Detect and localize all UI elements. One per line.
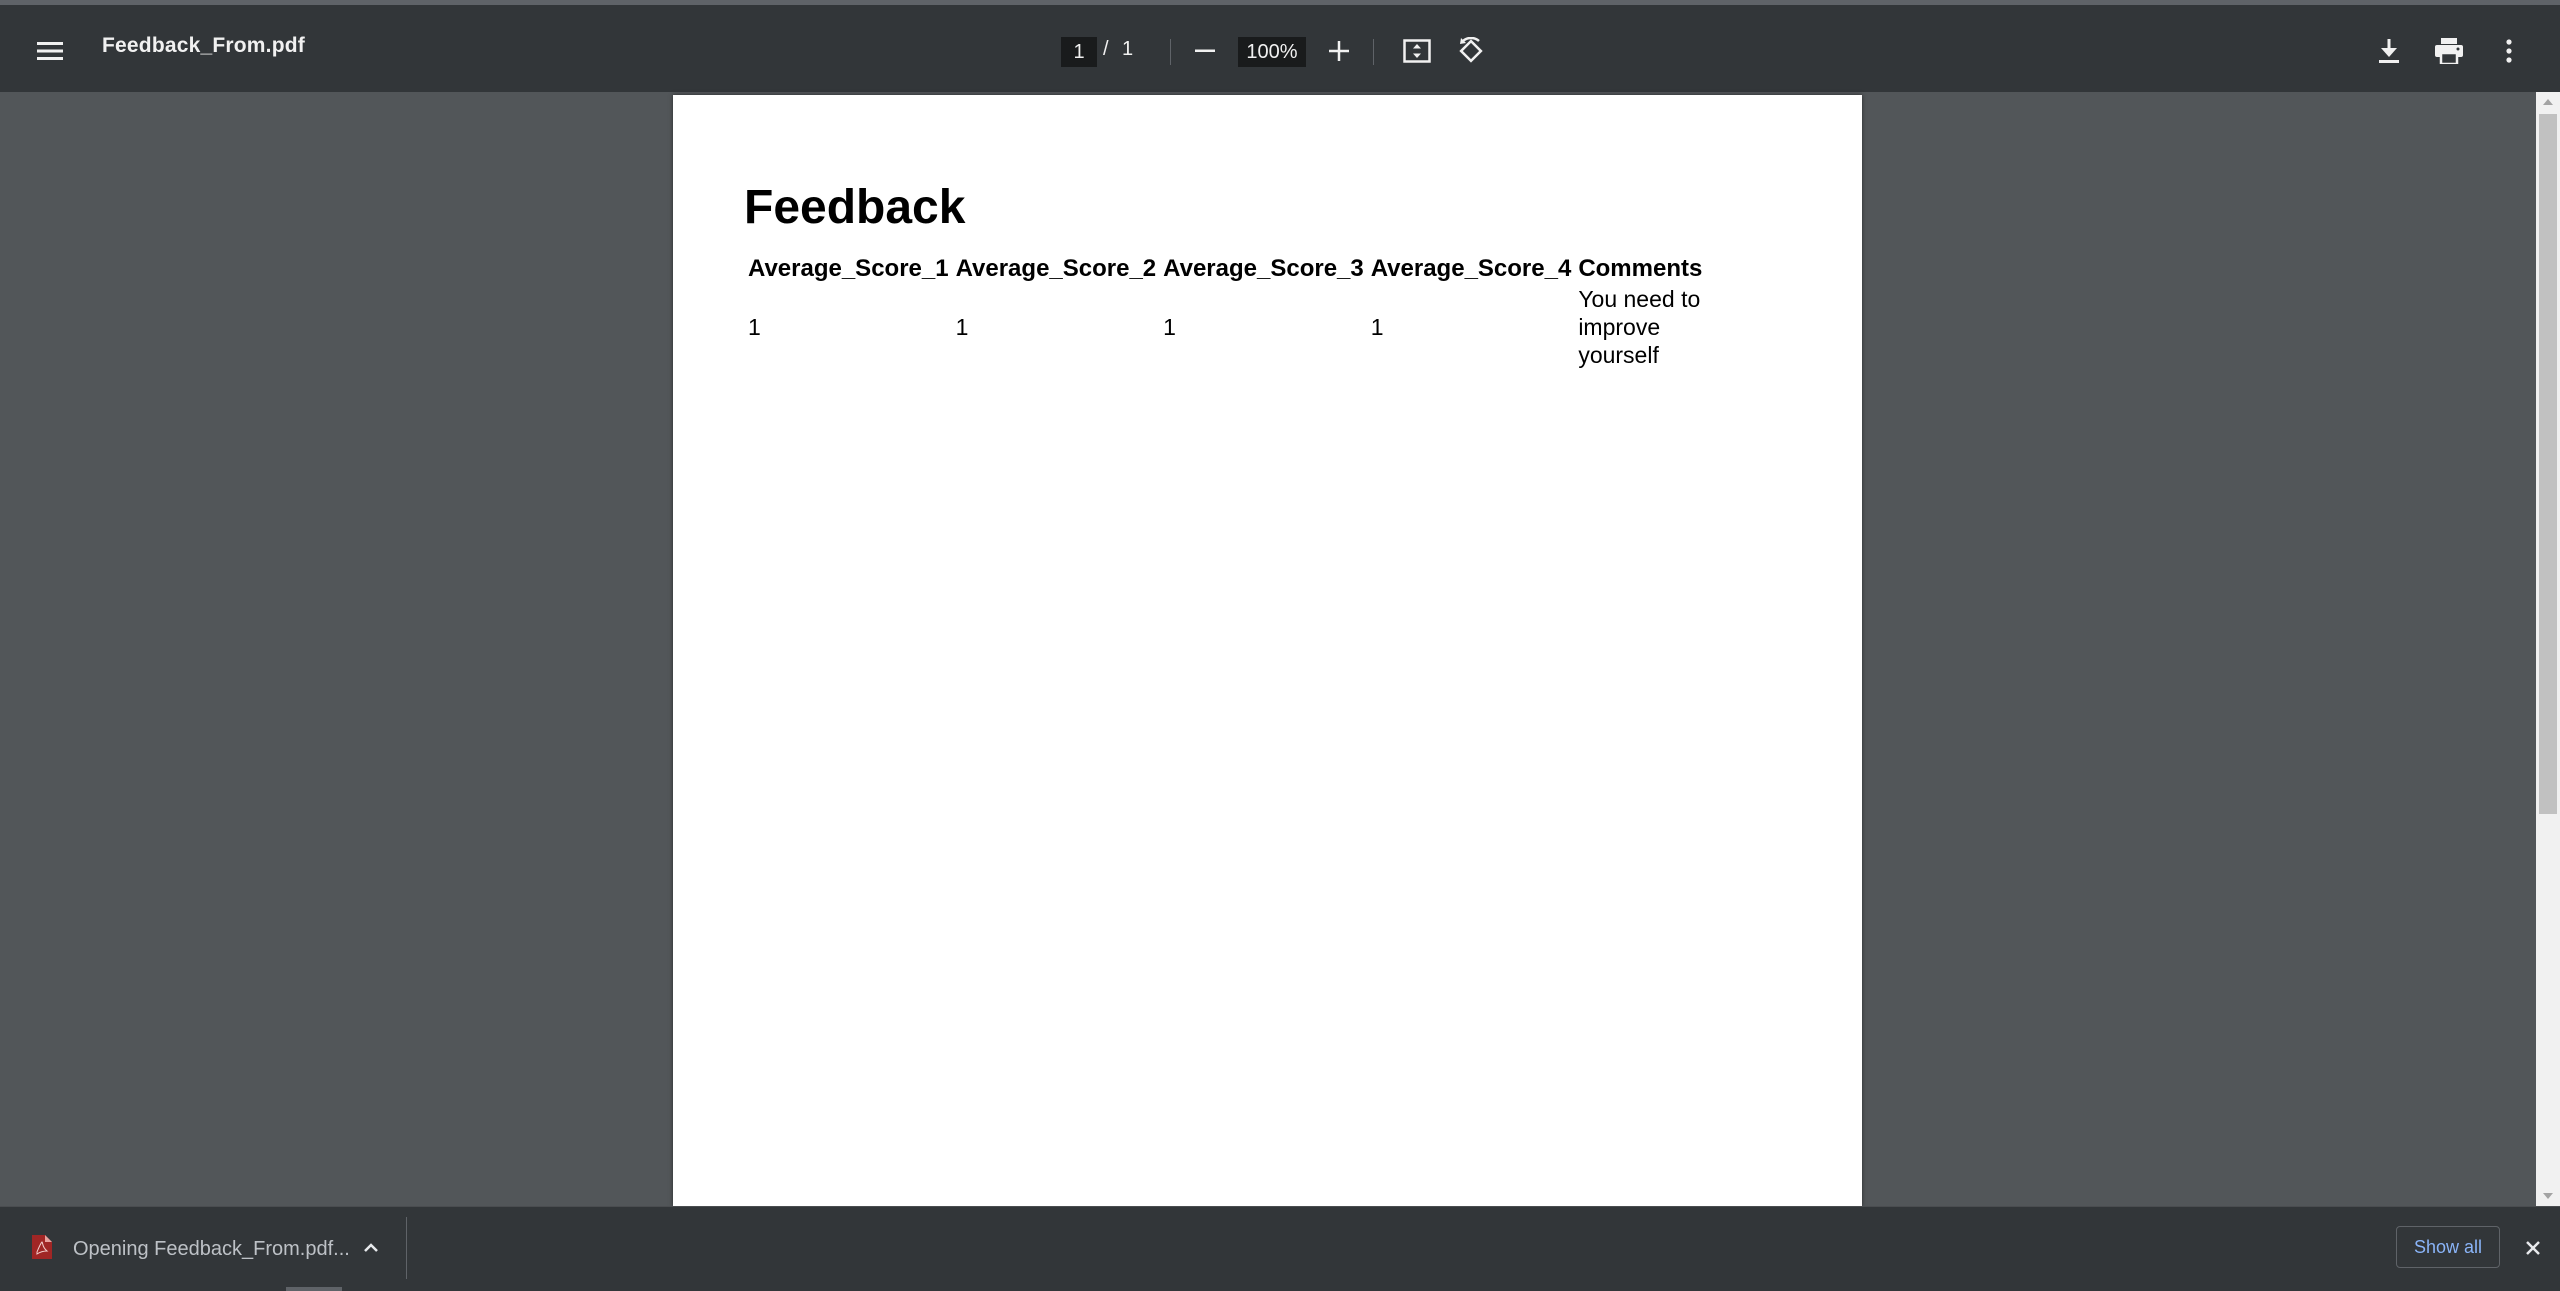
table-cell: 1 bbox=[955, 314, 969, 340]
zoom-out-button[interactable] bbox=[1184, 30, 1226, 72]
table-row: 1 1 1 1 You need to improve yourself bbox=[745, 285, 1706, 369]
table-cell: 1 bbox=[748, 314, 761, 340]
document-title: Feedback_From.pdf bbox=[102, 34, 305, 57]
download-options-button[interactable] bbox=[358, 1235, 384, 1261]
pdf-file-icon bbox=[32, 1235, 52, 1259]
download-item-label: Opening Feedback_From.pdf... bbox=[73, 1238, 350, 1260]
scroll-up-arrow[interactable] bbox=[2536, 92, 2560, 112]
zoom-input[interactable] bbox=[1238, 37, 1306, 67]
toolbar-divider bbox=[1170, 39, 1171, 65]
column-header: Average_Score_3 bbox=[1163, 255, 1364, 282]
close-shelf-button[interactable] bbox=[2518, 1233, 2548, 1263]
table-cell: 1 bbox=[1370, 314, 1384, 340]
page-separator: / bbox=[1103, 38, 1109, 60]
pdf-page: Feedback Average_Score_1 Average_Score_2… bbox=[673, 95, 1862, 1206]
feedback-table: Average_Score_1 Average_Score_2 Average_… bbox=[745, 255, 1706, 369]
fit-to-page-icon bbox=[1403, 39, 1431, 63]
minus-icon bbox=[1195, 49, 1215, 52]
column-header: Comments bbox=[1578, 255, 1703, 282]
pdf-viewer: Feedback Average_Score_1 Average_Score_2… bbox=[0, 92, 2560, 1206]
download-icon bbox=[2379, 39, 2399, 63]
triangle-up-icon bbox=[2543, 99, 2553, 105]
zoom-in-button[interactable] bbox=[1318, 30, 1360, 72]
menu-icon bbox=[37, 42, 63, 60]
table-cell: 1 bbox=[1163, 314, 1176, 340]
page-heading: Feedback bbox=[744, 181, 966, 234]
table-header-row: Average_Score_1 Average_Score_2 Average_… bbox=[745, 255, 1706, 285]
scroll-down-arrow[interactable] bbox=[2536, 1186, 2560, 1206]
page-total: 1 bbox=[1122, 38, 1134, 60]
column-header: Average_Score_1 bbox=[748, 255, 949, 282]
print-icon bbox=[2435, 38, 2463, 64]
toolbar-divider bbox=[1373, 39, 1374, 65]
menu-button[interactable] bbox=[28, 29, 72, 73]
close-icon bbox=[2526, 1241, 2540, 1255]
page-number-input[interactable] bbox=[1061, 37, 1097, 67]
download-progress bbox=[286, 1287, 342, 1291]
more-vert-icon bbox=[2506, 39, 2512, 63]
pdf-toolbar: Feedback_From.pdf / 1 bbox=[0, 0, 2560, 92]
rotate-button[interactable] bbox=[1450, 30, 1492, 72]
download-shelf: Opening Feedback_From.pdf... Show all bbox=[0, 1206, 2560, 1291]
fit-to-page-button[interactable] bbox=[1396, 30, 1438, 72]
rotate-icon bbox=[1459, 37, 1483, 63]
download-button[interactable] bbox=[2368, 30, 2410, 72]
vertical-scrollbar[interactable] bbox=[2536, 92, 2560, 1206]
triangle-down-icon bbox=[2543, 1193, 2553, 1199]
shelf-divider bbox=[406, 1217, 407, 1279]
more-options-button[interactable] bbox=[2488, 30, 2530, 72]
download-item[interactable]: Opening Feedback_From.pdf... bbox=[0, 1207, 405, 1291]
show-all-button[interactable]: Show all bbox=[2396, 1226, 2500, 1268]
print-button[interactable] bbox=[2428, 30, 2470, 72]
chevron-up-icon bbox=[364, 1243, 378, 1252]
table-cell-comment: You need to improve yourself bbox=[1578, 286, 1701, 368]
column-header: Average_Score_2 bbox=[955, 255, 1157, 282]
column-header: Average_Score_4 bbox=[1370, 255, 1572, 282]
plus-icon bbox=[1329, 41, 1349, 61]
scrollbar-thumb[interactable] bbox=[2539, 114, 2557, 814]
